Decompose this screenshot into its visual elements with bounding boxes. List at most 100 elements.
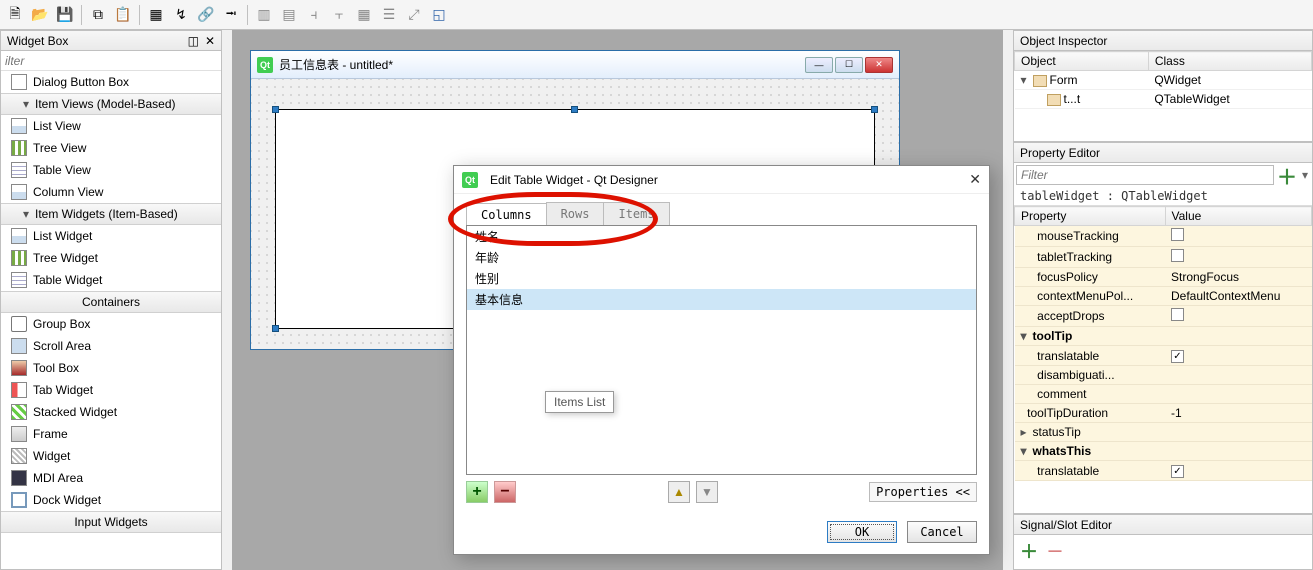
resize-handle[interactable]: [571, 106, 578, 113]
widget-item[interactable]: Dialog Button Box: [1, 71, 221, 93]
property-row[interactable]: tabletTracking: [1015, 247, 1312, 268]
layout-vsplit-icon[interactable]: ⫟: [328, 4, 350, 26]
layout-form-icon[interactable]: ☰: [378, 4, 400, 26]
object-row[interactable]: ▾FormQWidget: [1015, 71, 1312, 90]
widget-item[interactable]: Scroll Area: [1, 335, 221, 357]
copy-icon[interactable]: ⧉: [87, 4, 109, 26]
ok-button[interactable]: OK: [827, 521, 897, 543]
close-icon[interactable]: ✕: [205, 34, 215, 48]
widget-category[interactable]: Containers: [1, 291, 221, 313]
widget-item[interactable]: Frame: [1, 423, 221, 445]
property-row[interactable]: ▾toolTip: [1015, 327, 1312, 346]
tab-columns[interactable]: Columns: [466, 203, 547, 226]
properties-toggle[interactable]: Properties <<: [869, 482, 977, 502]
property-table[interactable]: Property Value mouseTracking tabletTrack…: [1014, 206, 1312, 481]
property-row[interactable]: toolTipDuration-1: [1015, 404, 1312, 423]
checkbox[interactable]: [1171, 228, 1184, 241]
filter-input[interactable]: [1, 51, 221, 70]
layout-h-icon[interactable]: ▥: [253, 4, 275, 26]
widget-item[interactable]: Table View: [1, 159, 221, 181]
open-icon[interactable]: 📂: [29, 4, 51, 26]
expand-icon[interactable]: ▾: [1021, 444, 1033, 458]
property-row[interactable]: ▾whatsThis: [1015, 442, 1312, 461]
expand-icon[interactable]: ▾: [1021, 73, 1033, 87]
widget-item[interactable]: Group Box: [1, 313, 221, 335]
widget-item[interactable]: Tool Box: [1, 357, 221, 379]
list-item[interactable]: 年龄: [467, 247, 976, 268]
resize-handle[interactable]: [272, 325, 279, 332]
widget-item[interactable]: MDI Area: [1, 467, 221, 489]
property-row[interactable]: translatable✓: [1015, 346, 1312, 366]
new-icon[interactable]: 🗎: [4, 4, 26, 26]
list-item[interactable]: 基本信息: [467, 289, 976, 310]
widget-item[interactable]: List View: [1, 115, 221, 137]
widget-category[interactable]: ▾Item Views (Model-Based): [1, 93, 221, 115]
property-row[interactable]: disambiguati...: [1015, 366, 1312, 385]
save-icon[interactable]: 💾: [54, 4, 76, 26]
tab-rows[interactable]: Rows: [546, 202, 605, 225]
col-object[interactable]: Object: [1015, 52, 1149, 71]
widget-item[interactable]: Column View: [1, 181, 221, 203]
move-down-button[interactable]: ▼: [696, 481, 718, 503]
adjust-size-icon[interactable]: ◱: [428, 4, 450, 26]
checkbox[interactable]: [1171, 308, 1184, 321]
object-row[interactable]: t...tQTableWidget: [1015, 90, 1312, 109]
layout-v-icon[interactable]: ▤: [278, 4, 300, 26]
maximize-icon[interactable]: ☐: [835, 57, 863, 73]
minimize-icon[interactable]: —: [805, 57, 833, 73]
property-row[interactable]: focusPolicyStrongFocus: [1015, 268, 1312, 287]
remove-signal-icon[interactable]: －: [1046, 538, 1064, 564]
tab-items[interactable]: Items: [603, 202, 669, 225]
property-row[interactable]: translatable✓: [1015, 461, 1312, 481]
close-icon[interactable]: ✕: [865, 57, 893, 73]
expand-icon[interactable]: ▾: [1021, 329, 1033, 343]
undock-icon[interactable]: ◫: [188, 34, 199, 48]
form-titlebar[interactable]: Qt 员工信息表 - untitled* — ☐ ✕: [251, 51, 899, 79]
resize-handle[interactable]: [272, 106, 279, 113]
edit-buddies-icon[interactable]: 🔗: [195, 4, 217, 26]
widget-category[interactable]: Input Widgets: [1, 511, 221, 533]
expand-icon[interactable]: ▾: [23, 97, 35, 111]
widget-item[interactable]: Widget: [1, 445, 221, 467]
close-icon[interactable]: ✕: [969, 171, 981, 188]
layout-hsplit-icon[interactable]: ⫞: [303, 4, 325, 26]
property-row[interactable]: contextMenuPol...DefaultContextMenu: [1015, 287, 1312, 306]
add-property-icon[interactable]: ＋: [1276, 164, 1298, 186]
expand-icon[interactable]: ▸: [1021, 425, 1033, 439]
property-row[interactable]: ▸statusTip: [1015, 423, 1312, 442]
expand-icon[interactable]: ▾: [23, 207, 35, 221]
widget-item[interactable]: Dock Widget: [1, 489, 221, 511]
break-layout-icon[interactable]: ⤢: [403, 4, 425, 26]
edit-widgets-icon[interactable]: ▦: [145, 4, 167, 26]
checkbox[interactable]: ✓: [1171, 350, 1184, 363]
widget-item[interactable]: Tree View: [1, 137, 221, 159]
col-property[interactable]: Property: [1015, 207, 1166, 226]
list-item[interactable]: 性别: [467, 268, 976, 289]
widget-item[interactable]: Tree Widget: [1, 247, 221, 269]
edit-tab-icon[interactable]: ⭲: [220, 4, 242, 26]
widget-item[interactable]: Tab Widget: [1, 379, 221, 401]
checkbox[interactable]: ✓: [1171, 465, 1184, 478]
move-up-button[interactable]: ▲: [668, 481, 690, 503]
paste-icon[interactable]: 📋: [112, 4, 134, 26]
widget-item[interactable]: List Widget: [1, 225, 221, 247]
cancel-button[interactable]: Cancel: [907, 521, 977, 543]
object-tree[interactable]: Object Class ▾FormQWidgett...tQTableWidg…: [1014, 51, 1312, 109]
dialog-titlebar[interactable]: Qt Edit Table Widget - Qt Designer ✕: [454, 166, 989, 194]
widget-box-filter[interactable]: [1, 51, 221, 71]
resize-handle[interactable]: [871, 106, 878, 113]
property-row[interactable]: mouseTracking: [1015, 226, 1312, 247]
widget-item[interactable]: Stacked Widget: [1, 401, 221, 423]
property-row[interactable]: comment: [1015, 385, 1312, 404]
checkbox[interactable]: [1171, 249, 1184, 262]
layout-grid-icon[interactable]: ▦: [353, 4, 375, 26]
col-class[interactable]: Class: [1148, 52, 1311, 71]
columns-listbox[interactable]: 姓名年龄性别基本信息 Items List: [466, 225, 977, 475]
settings-icon[interactable]: ▾: [1298, 168, 1312, 182]
property-row[interactable]: acceptDrops: [1015, 306, 1312, 327]
add-signal-icon[interactable]: ＋: [1018, 540, 1040, 562]
col-value[interactable]: Value: [1165, 207, 1312, 226]
add-button[interactable]: +: [466, 481, 488, 503]
widget-category[interactable]: ▾Item Widgets (Item-Based): [1, 203, 221, 225]
remove-button[interactable]: −: [494, 481, 516, 503]
